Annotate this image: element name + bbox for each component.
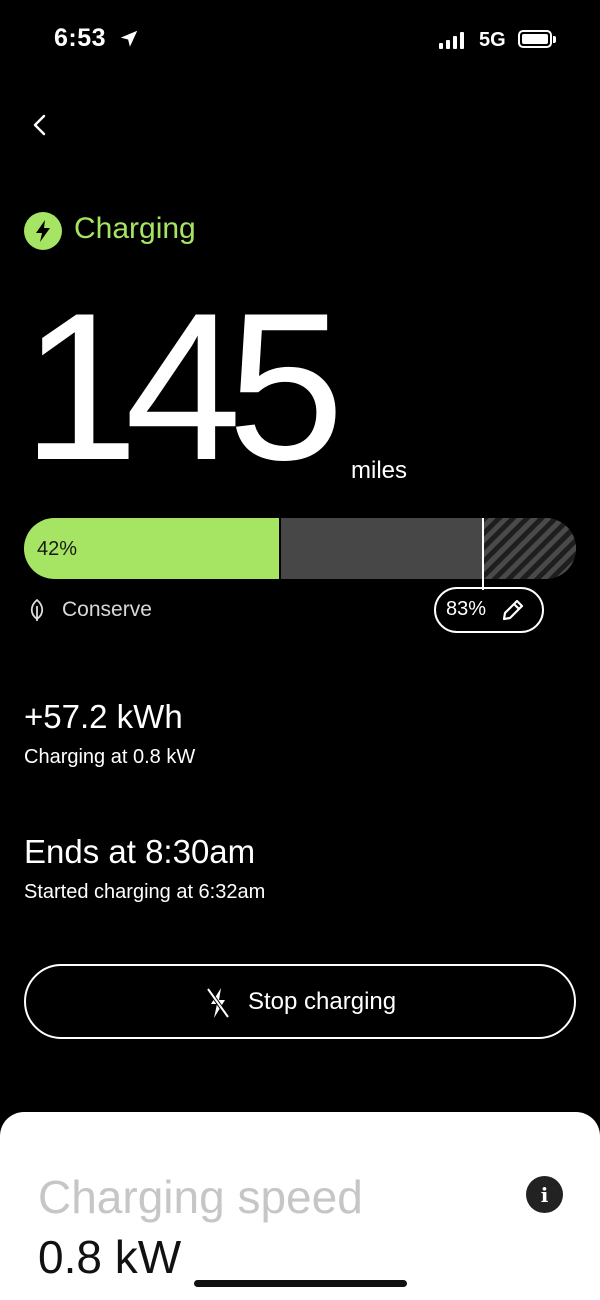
started-at: Started charging at 6:32am [24, 881, 266, 903]
stop-charging-label: Stop charging [248, 988, 397, 1015]
energy-added: +57.2 kWh [24, 698, 183, 735]
charging-rate: Charging at 0.8 kW [24, 746, 196, 768]
location-arrow-icon [120, 30, 138, 47]
charge-mode-label: Conserve [62, 598, 152, 621]
charge-limit-marker[interactable] [482, 518, 484, 590]
home-indicator[interactable] [194, 1280, 407, 1287]
no-charge-bolt-icon [206, 987, 230, 1019]
range-value: 145 [22, 269, 344, 504]
soc-bar [24, 518, 576, 579]
soc-percent: 42% [37, 538, 78, 560]
battery-icon [518, 30, 556, 48]
chevron-left-icon[interactable] [26, 110, 56, 140]
charge-limit-value: 83% [446, 598, 487, 620]
soc-divider [279, 518, 281, 579]
charging-speed-value: 0.8 kW [38, 1231, 182, 1283]
signal-bars-icon [439, 31, 464, 49]
sheet-title: Charging speed [38, 1171, 363, 1223]
range-unit: miles [351, 457, 408, 484]
status-time: 6:53 [54, 24, 107, 52]
soc-over-limit [484, 518, 576, 579]
ends-at: Ends at 8:30am [24, 833, 256, 870]
pencil-icon[interactable] [500, 597, 526, 623]
lightning-bolt-icon [24, 212, 62, 250]
info-icon[interactable]: i [526, 1176, 563, 1213]
charging-status: Charging [74, 212, 196, 245]
leaf-icon [30, 598, 44, 621]
network-type: 5G [479, 29, 506, 51]
